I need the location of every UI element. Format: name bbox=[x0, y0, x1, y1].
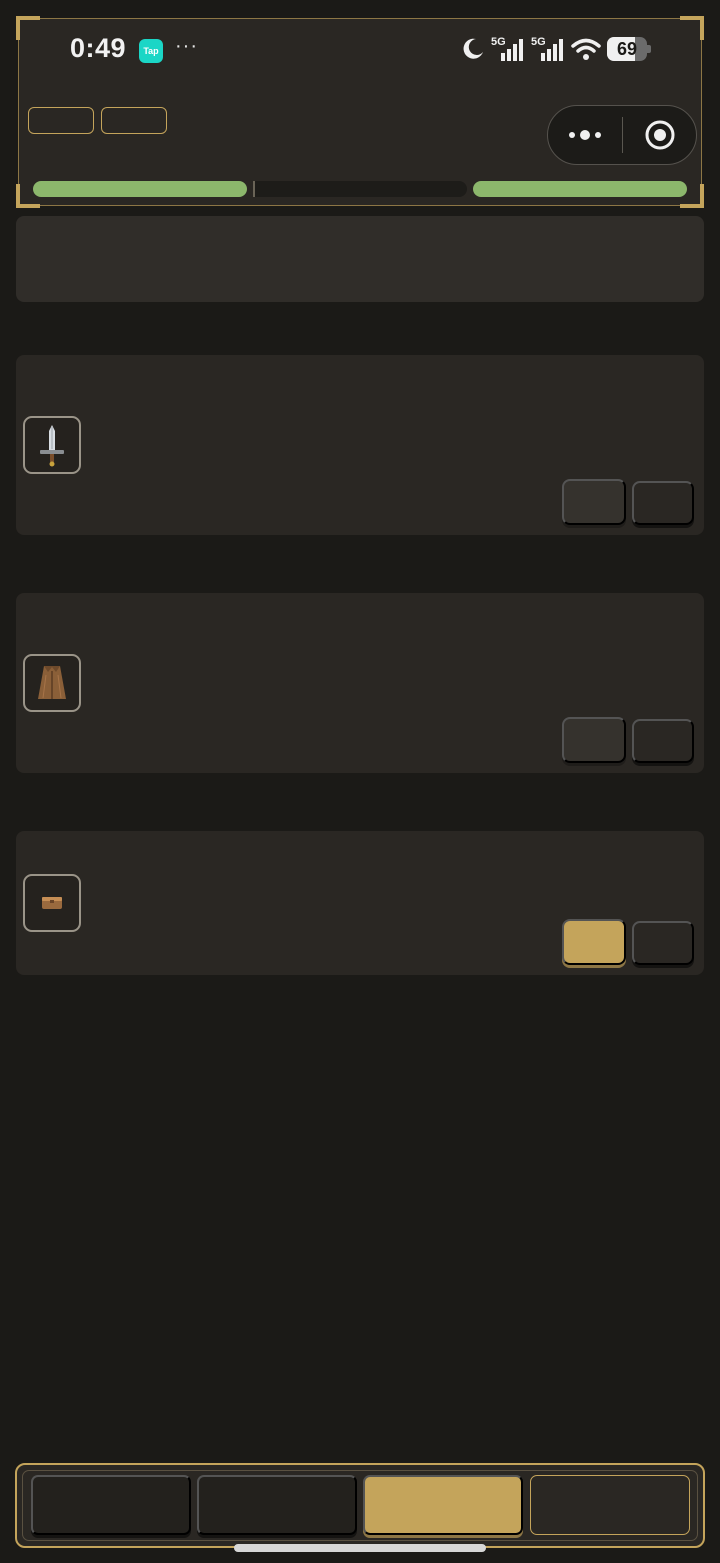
battery-icon: 69 bbox=[607, 37, 651, 61]
network-label: 5G bbox=[491, 36, 506, 48]
cellular-signal-icon: 5G bbox=[491, 36, 523, 61]
info-panel bbox=[16, 216, 704, 302]
frame-corner bbox=[680, 16, 704, 40]
pouch-icon bbox=[42, 897, 62, 909]
nav-tab-1[interactable] bbox=[31, 1475, 191, 1535]
more-options-icon[interactable] bbox=[568, 125, 602, 145]
mp-bar bbox=[253, 181, 467, 197]
nav-tab-2[interactable] bbox=[197, 1475, 357, 1535]
equip-action-button[interactable] bbox=[562, 479, 626, 525]
hud-tab-button-1[interactable] bbox=[28, 107, 94, 134]
equipment-row-accessory bbox=[16, 831, 704, 975]
equipment-slot[interactable] bbox=[23, 654, 81, 712]
hp-bar bbox=[33, 181, 247, 197]
equipment-slot[interactable] bbox=[23, 416, 81, 474]
taptap-app-icon: Tap bbox=[139, 39, 163, 63]
frame-corner bbox=[16, 16, 40, 40]
hp-bar-fill bbox=[33, 181, 247, 197]
xp-bar-fill bbox=[473, 181, 687, 197]
equipment-slot[interactable] bbox=[23, 874, 81, 932]
unequip-action-button[interactable] bbox=[632, 921, 694, 965]
unequip-action-button[interactable] bbox=[632, 481, 694, 525]
unequip-action-button[interactable] bbox=[632, 719, 694, 763]
home-indicator bbox=[234, 1544, 486, 1552]
miniprogram-capsule bbox=[547, 105, 697, 165]
sword-icon bbox=[40, 425, 64, 467]
network-label: 5G bbox=[531, 36, 546, 48]
equip-action-button-active[interactable] bbox=[562, 919, 626, 965]
notification-more-icon: ··· bbox=[175, 35, 198, 57]
equipment-row-armor bbox=[16, 593, 704, 773]
nav-tab-3-active[interactable] bbox=[363, 1475, 523, 1535]
game-screen: 0:49 Tap ··· 5G 5G 69 bbox=[0, 0, 720, 1563]
nav-tab-4[interactable] bbox=[530, 1475, 690, 1535]
wifi-icon bbox=[571, 38, 601, 60]
capsule-divider bbox=[622, 117, 623, 153]
battery-percent: 69 bbox=[616, 39, 638, 59]
status-time: 0:49 bbox=[70, 33, 127, 63]
equip-action-button[interactable] bbox=[562, 717, 626, 763]
cloak-armor-icon bbox=[38, 666, 66, 699]
status-icons: 5G 5G 69 bbox=[461, 35, 651, 63]
app-badge-label: Tap bbox=[143, 46, 159, 56]
bottom-nav bbox=[15, 1463, 705, 1548]
equipment-row-weapon bbox=[16, 355, 704, 535]
hud-tab-button-2[interactable] bbox=[101, 107, 167, 134]
close-miniprogram-icon[interactable] bbox=[644, 119, 676, 151]
xp-bar bbox=[473, 181, 687, 197]
cellular-signal-icon: 5G bbox=[531, 36, 563, 61]
moon-icon bbox=[463, 38, 483, 59]
hud-frame: 0:49 Tap ··· 5G 5G 69 bbox=[16, 16, 704, 208]
